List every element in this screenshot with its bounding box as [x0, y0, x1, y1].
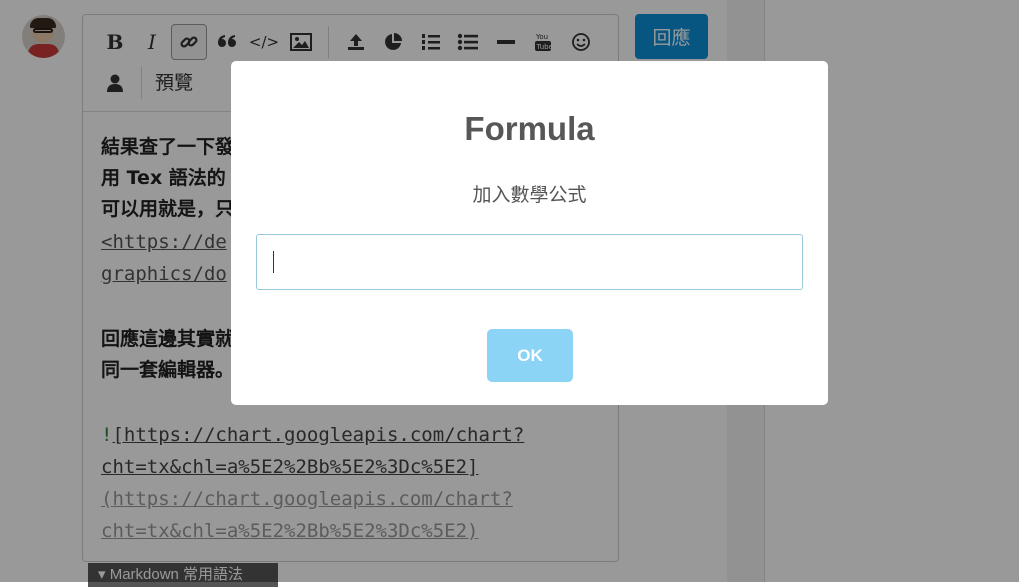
text-caret [273, 251, 274, 273]
dialog-title: Formula [464, 110, 595, 147]
page: B I </> You Tube 預覽 結果查了一下發 用 Tex 語法的 可以… [0, 0, 1019, 587]
dialog-subtitle: 加入數學公式 [472, 184, 587, 206]
ok-button[interactable]: OK [487, 329, 573, 382]
formula-input[interactable] [256, 234, 803, 290]
formula-dialog: Formula 加入數學公式 OK [231, 61, 828, 405]
